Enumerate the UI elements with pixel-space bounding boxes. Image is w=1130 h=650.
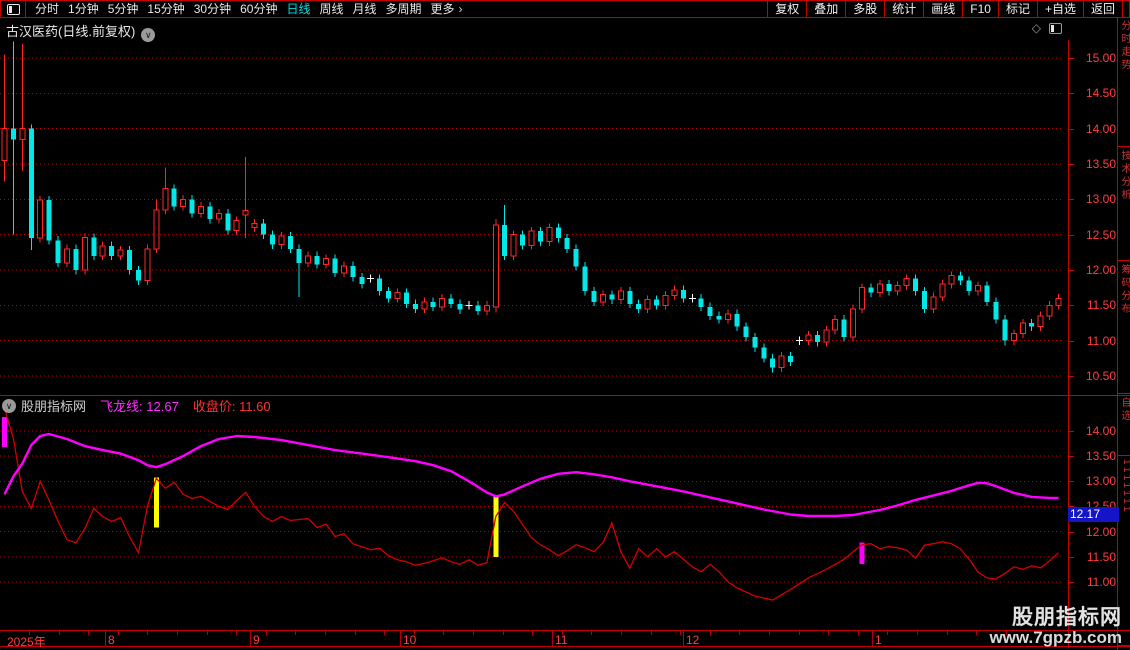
menu-item-1分钟[interactable]: 1分钟 [68, 1, 99, 17]
month-gridline [105, 631, 106, 647]
menu-item-多周期[interactable]: 多周期 [386, 1, 422, 17]
menu-item-5分钟[interactable]: 5分钟 [108, 1, 139, 17]
axis-value-marker: 12.17 [1068, 507, 1119, 522]
month-label: 1 [875, 633, 882, 647]
watermark-url: www.7gpzb.com [989, 628, 1122, 648]
toolbar-button-F10[interactable]: F10 [963, 1, 999, 17]
month-label: 9 [253, 633, 260, 647]
indicator-site-label: 股朋指标网 [21, 399, 87, 414]
toolbar-button-标记[interactable]: 标记 [999, 1, 1038, 17]
menu-item-30分钟[interactable]: 30分钟 [194, 1, 231, 17]
month-label: 12 [686, 633, 700, 647]
more-chevron-icon[interactable]: › [459, 2, 463, 16]
menu-item-月线[interactable]: 月线 [353, 1, 377, 17]
toolbar-button-+自选[interactable]: +自选 [1038, 1, 1084, 17]
main-axis-label: 14.00 [1085, 121, 1116, 136]
menu-item-15分钟[interactable]: 15分钟 [147, 1, 184, 17]
month-gridline [400, 631, 401, 647]
main-axis-label: 10.50 [1085, 369, 1116, 383]
month-label: 8 [108, 633, 115, 647]
main-axis-label: 13.50 [1085, 157, 1116, 171]
menu-item-日线[interactable]: 日线 [286, 1, 310, 17]
stock-title-text: 古汉医药(日线.前复权) [6, 24, 136, 39]
month-gridline [250, 631, 251, 647]
lower-axis-label: 12.00 [1085, 524, 1116, 539]
dragon-indicator-chart [0, 408, 1063, 601]
month-gridline [552, 631, 553, 647]
lower-axis-label: 13.00 [1085, 474, 1116, 489]
period-menu: 分时 1分钟 5分钟 15分钟 30分钟 60分钟 日线 周线 月线 多周期 更多 › [26, 1, 463, 17]
tools-menu: 复权 叠加 多股 统计 画线 F10 标记 +自选 返回 [767, 1, 1123, 17]
watermark-site-name: 股朋指标网 [1012, 606, 1122, 630]
main-axis-label: 11.00 [1086, 333, 1116, 348]
toolbar-button-多股[interactable]: 多股 [846, 1, 886, 17]
strip-tab[interactable]: 技术分析 [1118, 147, 1130, 261]
main-axis-label: 12.50 [1085, 227, 1116, 242]
strip-tab[interactable]: 自选 [1118, 394, 1130, 456]
lower-axis-label: 11.50 [1086, 549, 1116, 564]
toolbar-button-画线[interactable]: 画线 [924, 1, 964, 17]
pane-icon[interactable] [1049, 22, 1062, 34]
menu-item-更多[interactable]: 更多 [431, 1, 455, 17]
time-axis: 2025年 8 9 10 11 12 1 [0, 630, 1130, 649]
right-side-strip[interactable]: 分时走势 技术分析 筹码分布 自选 1111111 [1118, 17, 1130, 648]
strip-tab[interactable]: 分时走势 [1118, 17, 1130, 147]
main-axis-label: 12.00 [1085, 263, 1116, 277]
main-axis-label: 13.00 [1085, 192, 1116, 207]
main-axis-label: 11.50 [1086, 298, 1116, 313]
month-gridline [683, 631, 684, 647]
main-axis-label: 14.50 [1085, 86, 1116, 101]
stock-terminal-window: 分时 1分钟 5分钟 15分钟 30分钟 60分钟 日线 周线 月线 多周期 更多 › 复权 叠加 多股统… [0, 0, 1130, 650]
main-axis-label: 15.00 [1085, 51, 1116, 65]
top-menu-bar: 分时 1分钟 5分钟 15分钟 30分钟 60分钟 日线 周线 月线 多周期 更多 › 复权 叠加 多股统… [0, 0, 1130, 18]
indicator-header: ∨ 股朋指标网 飞龙线: 12.67 收盘价: 11.60 [2, 398, 271, 414]
diamond-icon[interactable]: ◇ [1032, 21, 1041, 35]
month-gridline [872, 631, 873, 647]
menu-item-周线[interactable]: 周线 [319, 1, 343, 17]
close-price-value: 收盘价: 11.60 [192, 399, 271, 414]
split-window-icon [6, 3, 20, 15]
main-candlestick-chart [0, 41, 1063, 377]
lower-axis-label: 14.00 [1085, 424, 1116, 438]
menu-item-60分钟[interactable]: 60分钟 [240, 1, 277, 17]
toolbar-button-统计[interactable]: 统计 [885, 1, 925, 17]
menu-item-分时[interactable]: 分时 [35, 1, 59, 17]
month-label: 10 [403, 633, 417, 647]
toolbar-button-复权[interactable]: 复权 [768, 1, 808, 17]
month-label: 11 [555, 633, 568, 647]
strip-tab[interactable]: 筹码分布 [1118, 261, 1130, 394]
toolbar-button-叠加[interactable]: 叠加 [807, 1, 847, 17]
lower-axis-label: 11.00 [1086, 574, 1116, 589]
title-bar: 古汉医药(日线.前复权) ∨ ◇ [0, 18, 1117, 42]
dragon-line-value: 飞龙线: 12.67 [100, 399, 179, 414]
layout-toggle-button[interactable] [1, 1, 26, 17]
toolbar-button-返回[interactable]: 返回 [1084, 1, 1123, 17]
page-title: 古汉医药(日线.前复权) ∨ [6, 21, 156, 42]
watermark: 股朋指标网 www.7gpzb.com [989, 607, 1122, 647]
lower-axis-label: 13.50 [1085, 449, 1116, 464]
chevron-down-icon[interactable]: ∨ [2, 398, 16, 413]
